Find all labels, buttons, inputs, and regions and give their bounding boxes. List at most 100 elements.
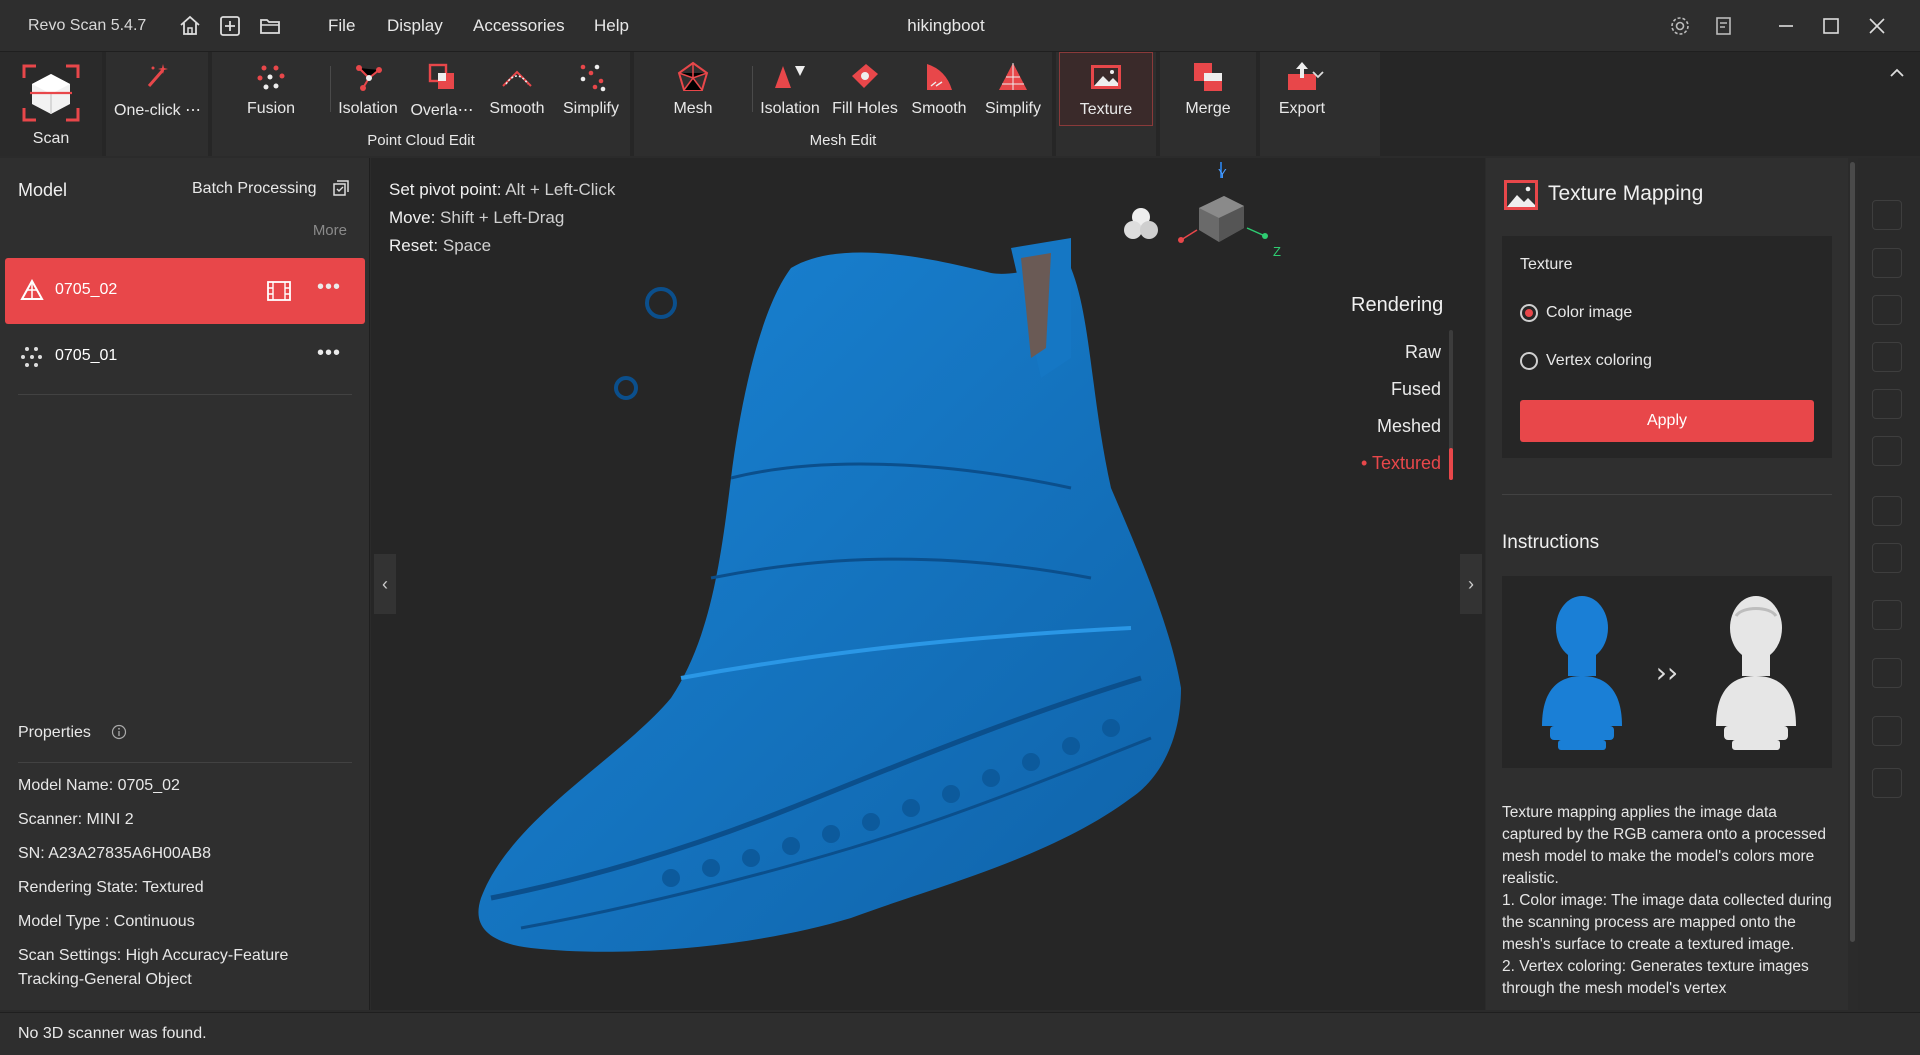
vertex-coloring-radio[interactable] [1520, 352, 1538, 370]
scroll-thumb[interactable] [1850, 162, 1855, 942]
texture-button[interactable]: Texture [1059, 52, 1153, 126]
scan-label: Scan [32, 130, 70, 147]
fill-holes-icon [852, 64, 878, 88]
prop-scan-settings: Scan Settings: High Accuracy-Feature Tra… [18, 947, 289, 988]
pc-smooth-label: Smooth [489, 100, 545, 117]
invert-selection-icon[interactable] [1872, 436, 1902, 466]
panel-title: Texture Mapping [1548, 182, 1704, 205]
mesh-simplify-label: Simplify [984, 100, 1041, 117]
mesh-smooth-icon [927, 64, 952, 90]
texture-icon [1091, 65, 1121, 89]
magic-wand-icon [147, 64, 168, 87]
duplicate-icon[interactable] [1872, 600, 1902, 630]
texture-mapping-icon [1504, 180, 1538, 210]
info-icon[interactable] [111, 724, 127, 740]
more-link[interactable]: More [313, 222, 347, 239]
comment-icon[interactable] [1872, 342, 1902, 372]
redo-icon[interactable] [1872, 768, 1902, 798]
minimize-button[interactable] [1772, 12, 1800, 40]
mesh-smooth-label: Smooth [911, 100, 967, 117]
mesh-icon [677, 61, 709, 91]
lighting-icon[interactable] [1121, 204, 1161, 244]
hiking-boot-model[interactable] [371, 158, 1485, 1010]
mesh-isolation-button[interactable]: Isolation [752, 52, 828, 126]
render-mode-raw[interactable]: Raw [1405, 342, 1441, 363]
model-name: 0705_01 [55, 347, 118, 364]
overlap-button[interactable]: Overla⋯ [404, 52, 480, 126]
edit-icon[interactable] [1872, 543, 1902, 573]
model-name: 0705_02 [55, 281, 118, 298]
settings-icon[interactable] [1668, 14, 1692, 38]
mesh-smooth-button[interactable]: Smooth [901, 52, 977, 126]
collapse-right-panel-button[interactable]: › [1460, 554, 1482, 614]
rendering-title: Rendering [1351, 294, 1444, 316]
batch-processing-icon[interactable] [331, 179, 351, 199]
merge-button[interactable]: Merge [1168, 52, 1248, 126]
collapse-left-panel-button[interactable]: ‹ [374, 554, 396, 614]
mesh-isolation-label: Isolation [760, 100, 820, 117]
batch-processing-button[interactable]: Batch Processing [192, 180, 317, 198]
export-button[interactable]: Export [1262, 52, 1342, 126]
isolation-icon [356, 65, 382, 91]
scan-button[interactable]: Scan [12, 52, 90, 152]
prop-model-name: Model Name: 0705_02 [18, 777, 180, 794]
model-options-icon[interactable]: ••• [317, 276, 341, 299]
render-mode-meshed[interactable]: Meshed [1377, 416, 1441, 437]
notes-icon[interactable] [1712, 14, 1736, 38]
delete-icon[interactable] [1872, 658, 1902, 688]
mesh-model-icon [20, 279, 44, 300]
pc-smooth-button[interactable]: Smooth [479, 52, 555, 126]
vertex-coloring-label[interactable]: Vertex coloring [1546, 352, 1652, 370]
fusion-label: Fusion [246, 100, 296, 117]
simplify-points-icon [580, 64, 606, 92]
close-button[interactable] [1863, 12, 1891, 40]
fusion-button[interactable]: Fusion [233, 52, 309, 126]
status-text: No 3D scanner was found. [18, 1025, 207, 1042]
model-row[interactable]: 0705_01 ••• [5, 324, 365, 390]
model-row-active[interactable]: 0705_02 ••• [5, 258, 365, 324]
color-image-radio[interactable] [1520, 304, 1538, 322]
mesh-button[interactable]: Mesh [655, 52, 731, 126]
target-icon[interactable] [1872, 389, 1902, 419]
scan-icon [22, 64, 80, 122]
rendering-slider-thumb[interactable] [1449, 448, 1453, 480]
3d-viewport[interactable]: Set pivot point: Alt + Left-Click Move: … [371, 158, 1485, 1010]
lasso-select-icon[interactable] [1872, 295, 1902, 325]
apply-button[interactable]: Apply [1520, 400, 1814, 442]
bust-comparison-image: ›› [1542, 596, 1796, 750]
fill-holes-button[interactable]: Fill Holes [826, 52, 904, 126]
pc-simplify-button[interactable]: Simplify [553, 52, 629, 126]
status-bar: No 3D scanner was found. [0, 1012, 1920, 1055]
one-click-button[interactable]: One-click ⋯ [114, 52, 201, 126]
toolbar: Scan One-click ⋯ Fusion Isolation Overla… [0, 52, 1920, 156]
copy-icon[interactable] [1872, 496, 1902, 526]
model-options-icon[interactable]: ••• [317, 342, 341, 365]
title-bar: Revo Scan 5.4.7 File Display Accessories… [0, 0, 1920, 52]
texture-options-box: Texture Color image Vertex coloring Appl… [1502, 236, 1832, 458]
render-mode-textured[interactable]: • Textured [1361, 453, 1441, 474]
collapse-toolbar-icon[interactable] [1888, 66, 1906, 80]
side-tool-strip [1858, 158, 1920, 1010]
export-dropdown-icon[interactable] [1310, 68, 1326, 82]
prop-model-type: Model Type : Continuous [18, 913, 195, 930]
render-mode-fused[interactable]: Fused [1391, 379, 1441, 400]
instructions-illustration: ›› [1502, 576, 1832, 768]
mesh-simplify-button[interactable]: Simplify [975, 52, 1051, 126]
undo-icon[interactable] [1872, 716, 1902, 746]
fill-holes-label: Fill Holes [832, 100, 898, 117]
prop-scanner: Scanner: MINI 2 [18, 811, 134, 828]
maximize-button[interactable] [1817, 12, 1845, 40]
axis-y-label: Y [1218, 166, 1227, 181]
rectangle-select-icon[interactable] [1872, 248, 1902, 278]
prop-rendering-state: Rendering State: Textured [18, 879, 204, 896]
color-image-label[interactable]: Color image [1546, 304, 1632, 322]
film-icon[interactable] [266, 280, 292, 302]
smooth-curve-icon [502, 70, 532, 87]
select-tool-icon[interactable] [1872, 200, 1902, 230]
pc-isolation-label: Isolation [338, 100, 398, 117]
axis-z-label: Z [1273, 244, 1281, 259]
pc-isolation-button[interactable]: Isolation [330, 52, 406, 126]
prop-sn: SN: A23A27835A6H00AB8 [18, 845, 212, 862]
instructions-title: Instructions [1502, 532, 1600, 553]
mesh-edit-label: Mesh Edit [809, 132, 877, 149]
